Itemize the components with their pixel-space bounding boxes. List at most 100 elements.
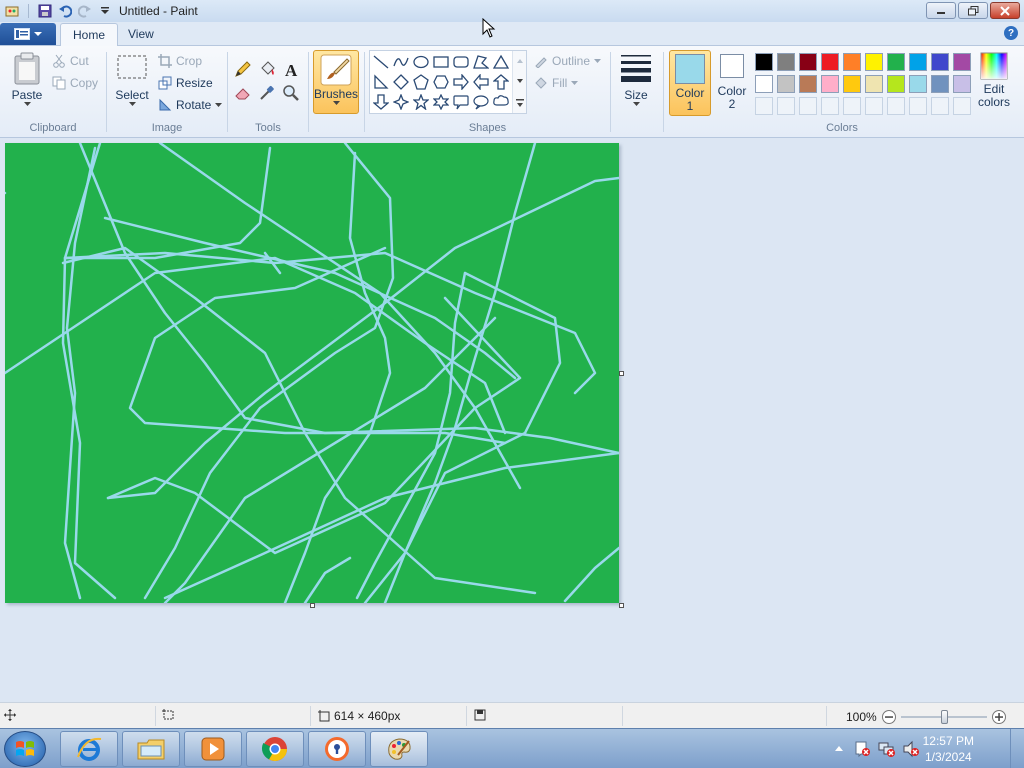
copy-button[interactable]: Copy [52, 76, 98, 90]
customize-qat-icon[interactable] [97, 3, 113, 19]
palette-custom-color-slot[interactable] [821, 97, 839, 115]
palette-color-swatch[interactable] [777, 75, 795, 93]
palette-custom-color-slot[interactable] [931, 97, 949, 115]
palette-color-swatch[interactable] [865, 53, 883, 71]
show-hidden-icons-icon[interactable] [834, 744, 844, 752]
palette-color-swatch[interactable] [909, 75, 927, 93]
save-icon[interactable] [37, 3, 53, 19]
palette-custom-color-slot[interactable] [799, 97, 817, 115]
palette-color-swatch[interactable] [821, 75, 839, 93]
zoom-in-icon[interactable] [991, 709, 1007, 725]
fill-button[interactable]: Fill [534, 76, 579, 90]
zoom-out-icon[interactable] [881, 709, 897, 725]
diamond-shape-icon[interactable] [392, 73, 410, 91]
brushes-button[interactable]: Brushes [313, 50, 359, 114]
palette-color-swatch[interactable] [843, 75, 861, 93]
palette-custom-color-slot[interactable] [887, 97, 905, 115]
palette-color-swatch[interactable] [777, 53, 795, 71]
undo-icon[interactable] [57, 3, 73, 19]
palette-custom-color-slot[interactable] [909, 97, 927, 115]
palette-color-swatch[interactable] [755, 75, 773, 93]
pencil-icon[interactable] [233, 59, 253, 79]
resize-button[interactable]: Resize [158, 76, 213, 90]
taskbar-internet-explorer[interactable] [60, 731, 118, 767]
minimize-button[interactable] [926, 2, 956, 19]
hexagon-shape-icon[interactable] [432, 73, 450, 91]
oval-shape-icon[interactable] [412, 53, 430, 71]
shapes-scrollbar[interactable] [512, 51, 526, 113]
magnifier-icon[interactable] [281, 83, 301, 103]
clock[interactable]: 12:57 PM 1/3/2024 [923, 733, 974, 765]
down-arrow-shape-icon[interactable] [372, 93, 390, 111]
network-alert-icon[interactable] [878, 740, 896, 758]
palette-color-swatch[interactable] [887, 53, 905, 71]
canvas-resize-handle-bottom[interactable] [310, 603, 315, 608]
taskbar-vpn-app[interactable] [308, 731, 366, 767]
five-point-star-shape-icon[interactable] [412, 93, 430, 111]
palette-color-swatch[interactable] [909, 53, 927, 71]
crop-button[interactable]: Crop [158, 54, 202, 68]
palette-custom-color-slot[interactable] [755, 97, 773, 115]
text-tool-icon[interactable]: A [281, 59, 301, 79]
curve-shape-icon[interactable] [392, 53, 410, 71]
tab-home[interactable]: Home [60, 23, 119, 47]
canvas-resize-handle-corner[interactable] [619, 603, 624, 608]
palette-color-swatch[interactable] [843, 53, 861, 71]
palette-custom-color-slot[interactable] [953, 97, 971, 115]
drawing-canvas[interactable] [5, 143, 619, 603]
triangle-shape-icon[interactable] [492, 53, 510, 71]
rounded-rectangle-shape-icon[interactable] [452, 53, 470, 71]
palette-color-swatch[interactable] [887, 75, 905, 93]
edit-colors-button[interactable]: Edit colors [974, 52, 1014, 108]
up-arrow-shape-icon[interactable] [492, 73, 510, 91]
palette-custom-color-slot[interactable] [777, 97, 795, 115]
zoom-slider-thumb[interactable] [940, 710, 948, 724]
palette-color-swatch[interactable] [865, 75, 883, 93]
close-button[interactable] [990, 2, 1020, 19]
palette-color-swatch[interactable] [931, 75, 949, 93]
palette-custom-color-slot[interactable] [843, 97, 861, 115]
line-shape-icon[interactable] [372, 53, 390, 71]
file-menu-button[interactable] [0, 23, 56, 45]
taskbar-media-player[interactable] [184, 731, 242, 767]
help-icon[interactable]: ? [1004, 26, 1018, 40]
polygon-shape-icon[interactable] [472, 53, 490, 71]
oval-callout-shape-icon[interactable] [472, 93, 490, 111]
left-arrow-shape-icon[interactable] [472, 73, 490, 91]
color-picker-icon[interactable] [257, 83, 277, 103]
cloud-callout-shape-icon[interactable] [492, 93, 510, 111]
palette-color-swatch[interactable] [755, 53, 773, 71]
right-triangle-shape-icon[interactable] [372, 73, 390, 91]
canvas-workspace[interactable] [0, 138, 1024, 702]
select-button[interactable]: Select [114, 54, 150, 107]
paint-app-icon[interactable] [4, 3, 20, 19]
size-button[interactable]: Size [617, 52, 655, 107]
color2-button[interactable]: Color 2 [714, 54, 750, 110]
four-point-star-shape-icon[interactable] [392, 93, 410, 111]
taskbar-paint[interactable] [370, 731, 428, 767]
eraser-icon[interactable] [233, 83, 253, 103]
restore-button[interactable] [958, 2, 988, 19]
palette-custom-color-slot[interactable] [865, 97, 883, 115]
six-point-star-shape-icon[interactable] [432, 93, 450, 111]
start-button[interactable] [4, 731, 46, 767]
zoom-slider[interactable] [900, 709, 987, 725]
fill-bucket-icon[interactable] [257, 59, 277, 79]
palette-color-swatch[interactable] [821, 53, 839, 71]
canvas-resize-handle-right[interactable] [619, 371, 624, 376]
redo-icon[interactable] [77, 3, 93, 19]
pentagon-shape-icon[interactable] [412, 73, 430, 91]
palette-color-swatch[interactable] [799, 53, 817, 71]
cut-button[interactable]: Cut [52, 54, 89, 68]
taskbar-file-explorer[interactable] [122, 731, 180, 767]
paste-button[interactable]: Paste [8, 52, 46, 107]
taskbar-chrome[interactable] [246, 731, 304, 767]
right-arrow-shape-icon[interactable] [452, 73, 470, 91]
outline-button[interactable]: Outline [534, 54, 602, 68]
palette-color-swatch[interactable] [953, 53, 971, 71]
color1-button[interactable]: Color 1 [669, 50, 711, 116]
palette-color-swatch[interactable] [799, 75, 817, 93]
rounded-callout-shape-icon[interactable] [452, 93, 470, 111]
rotate-button[interactable]: Rotate [158, 98, 223, 112]
show-desktop-button[interactable] [1010, 729, 1024, 768]
